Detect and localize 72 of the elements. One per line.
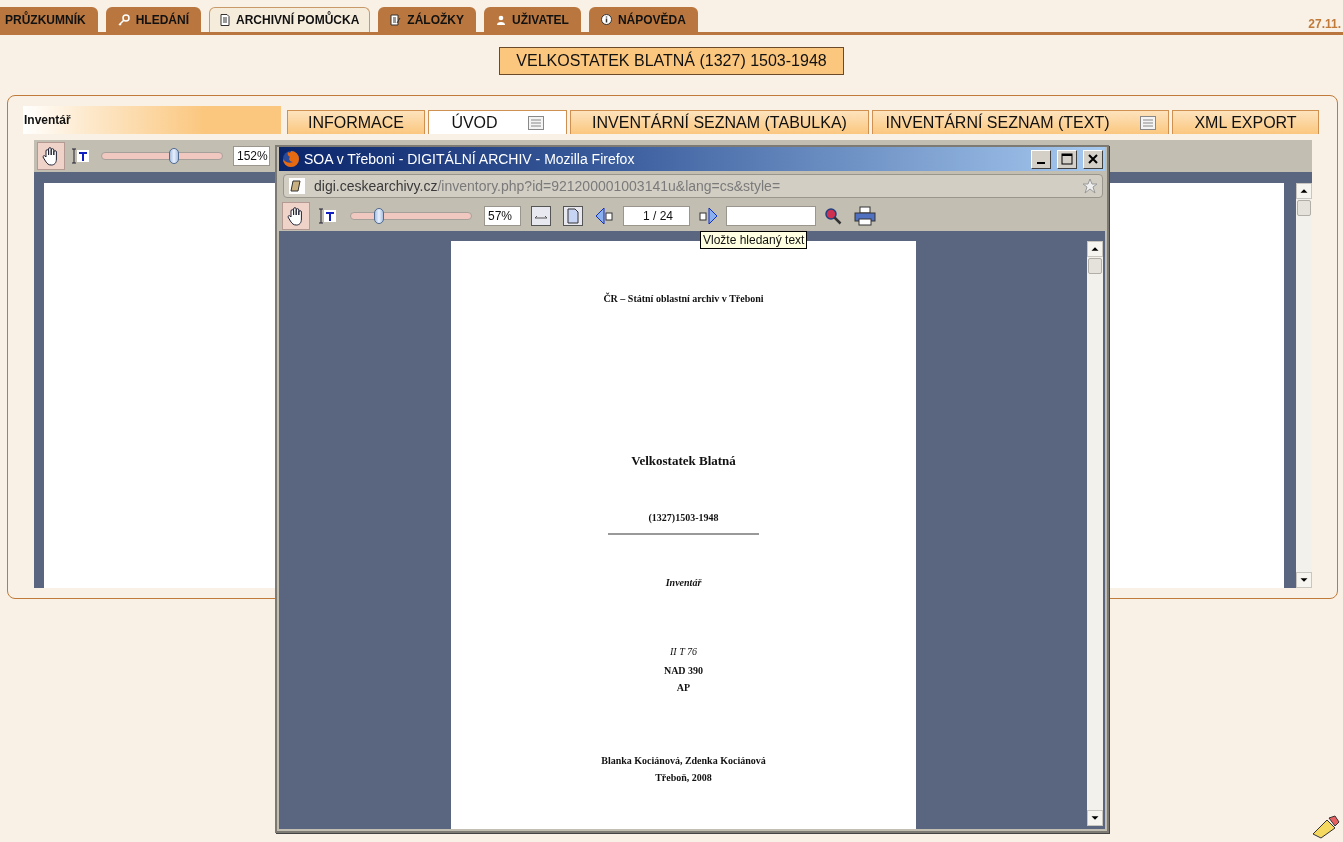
hand-tool-button[interactable] [37,142,65,170]
key-icon [117,13,130,26]
minimize-icon [1037,162,1045,164]
search-icon [824,207,842,225]
search-button[interactable] [824,207,842,225]
text-cursor-icon [318,208,338,224]
nav-tab[interactable]: ARCHIVNÍ POMŮCKA [209,7,371,32]
nav-tab[interactable]: NÁPOVĚDA [588,7,698,32]
fonds-title: VELKOSTATEK BLATNÁ (1327) 1503-1948 [499,47,844,75]
document-text: Velkostatek Blatná [631,455,736,467]
search-field[interactable] [726,206,816,226]
next-page-button[interactable] [698,207,718,225]
user-icon [496,14,507,25]
scroll-icon [288,177,306,195]
document-text: NAD 390 [663,665,704,677]
section-tab[interactable]: ÚVOD [428,110,567,134]
section-label: Inventář [23,106,281,134]
section-tab[interactable]: INVENTÁRNÍ SEZNAM (TABULKA) [570,110,869,134]
close-icon [1088,154,1098,164]
section-tab[interactable]: INFORMACE [287,110,425,134]
hand-tool-button[interactable] [282,202,310,230]
document-icon [220,14,230,26]
fit-page-button[interactable] [563,206,583,226]
star-icon[interactable] [1082,178,1098,194]
page-number-field[interactable]: 1 / 24 [623,206,690,226]
page-icon [563,206,583,226]
document-text: II T 76 [669,646,697,658]
nav-tab[interactable]: HLEDÁNÍ [105,7,201,32]
info-icon [600,14,612,25]
document-text: ČR – Státní oblastní archiv v Třeboni [603,293,764,305]
text-cursor-icon [71,148,91,164]
maximize-button[interactable] [1057,149,1077,169]
previous-page-button[interactable] [595,207,615,225]
section-tab[interactable]: XML EXPORT [1172,110,1319,134]
scrollbar[interactable] [1087,241,1103,826]
browser-logo-icon [282,150,300,168]
printer-icon [854,206,876,226]
hand-icon [42,146,60,166]
document-text: Inventář [665,577,702,589]
document-text: AP [676,682,691,694]
nav-tab[interactable]: ZÁLOŽKY [378,7,477,32]
hand-icon [287,206,305,226]
pen-icon[interactable] [1311,814,1341,840]
window-title: SOA v Třeboni - DIGITÁLNÍ ARCHIV - Mozilla Firefox [304,151,636,167]
left-arrow-icon [595,207,615,225]
minimize-button[interactable] [1031,149,1051,169]
list-icon[interactable] [1139,115,1156,130]
list-icon[interactable] [527,115,544,130]
url-text: digi.ceskearchivy.cz/inventory.php?id=921200001003141u&lang=cs&style= [314,178,782,194]
zoom-field[interactable]: 57% [484,206,521,226]
date-text: 27.11. [1308,17,1341,31]
notepad-icon [390,13,402,26]
nav-tab[interactable]: UŽIVATEL [484,7,581,32]
section-tab[interactable]: INVENTÁRNÍ SEZNAM (TEXT) [872,110,1169,134]
document-text: (1327)1503-1948 [648,512,719,524]
print-button[interactable] [854,206,876,226]
document-text: Blanka Kociánová, Zdenka Kociánová [601,755,766,767]
address-bar[interactable]: digi.ceskearchivy.cz/inventory.php?id=921200001003141u&lang=cs&style= [283,174,1103,198]
tooltip: Vložte hledaný text [700,231,808,249]
close-button[interactable] [1083,149,1103,169]
scrollbar-thumb[interactable] [1297,200,1311,216]
document-text: Třeboň, 2008 [655,772,712,784]
zoom-field[interactable]: 152% [233,146,270,166]
slider-thumb[interactable] [169,148,179,164]
scrollbar-thumb[interactable] [1088,258,1102,274]
maximize-icon [1061,153,1073,165]
scrollbar[interactable] [1296,183,1312,588]
fit-width-icon [531,206,551,226]
right-arrow-icon [698,207,718,225]
slider-thumb[interactable] [373,208,384,224]
nav-tab[interactable]: PRŮZKUMNÍK [0,7,98,32]
fit-width-button[interactable] [531,206,551,226]
